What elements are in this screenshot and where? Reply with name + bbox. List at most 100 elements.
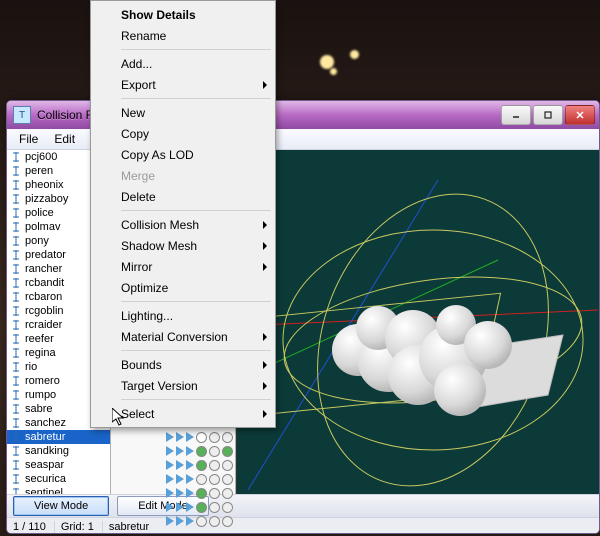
model-icon <box>11 180 21 190</box>
model-icon <box>11 418 21 428</box>
list-item-label: rcraider <box>25 319 62 331</box>
menu-item-shadow-mesh[interactable]: Shadow Mesh <box>93 235 273 256</box>
list-item-label: sabretur <box>25 431 65 443</box>
list-item-label: sanchez <box>25 417 66 429</box>
menu-item-mirror[interactable]: Mirror <box>93 256 273 277</box>
menu-item-lighting[interactable]: Lighting... <box>93 305 273 326</box>
menu-item-label: Collision Mesh <box>121 218 199 232</box>
menu-item-optimize[interactable]: Optimize <box>93 277 273 298</box>
sphere-icon <box>222 460 233 471</box>
model-icon <box>11 166 21 176</box>
menu-item-select[interactable]: Select <box>93 403 273 424</box>
triangle-icon <box>176 488 184 498</box>
list-item[interactable]: securica <box>7 472 110 486</box>
menu-item-add[interactable]: Add... <box>93 53 273 74</box>
list-item-label: securica <box>25 473 66 485</box>
context-menu[interactable]: Show DetailsRename Add... Export New CopyCop… <box>90 0 276 428</box>
list-item-label: sentinel <box>25 487 63 494</box>
menu-item-label: Lighting... <box>121 309 173 323</box>
submenu-arrow-icon <box>263 410 267 418</box>
menu-item-label: Mirror <box>121 260 152 274</box>
menu-item-bounds[interactable]: Bounds <box>93 354 273 375</box>
list-item[interactable]: sandking <box>7 444 110 458</box>
sphere-icon <box>209 432 220 443</box>
icon-row <box>166 446 233 457</box>
status-bar: 1 / 110 Grid: 1 sabretur <box>7 517 599 534</box>
triangle-icon <box>186 432 194 442</box>
icon-row <box>166 516 233 527</box>
triangle-icon <box>176 432 184 442</box>
list-item-label: pizzaboy <box>25 193 68 205</box>
sphere-icon <box>222 488 233 499</box>
menu-file[interactable]: File <box>11 130 46 148</box>
sphere-icon <box>209 488 220 499</box>
model-icon <box>11 474 21 484</box>
triangle-icon <box>176 502 184 512</box>
maximize-button[interactable] <box>533 105 563 125</box>
list-item-label: pcj600 <box>25 151 57 163</box>
viewport-canvas <box>237 150 599 494</box>
model-icon <box>11 432 21 442</box>
menu-item-copy-as-lod[interactable]: Copy As LOD <box>93 144 273 165</box>
triangle-icon <box>166 446 174 456</box>
triangle-icon <box>166 516 174 526</box>
menu-separator <box>121 350 271 351</box>
sphere-icon <box>196 516 207 527</box>
icon-row <box>166 460 233 471</box>
list-item-label: seaspar <box>25 459 64 471</box>
status-grid: Grid: 1 <box>61 521 103 533</box>
list-item[interactable]: sabretur <box>7 430 110 444</box>
menu-item-label: Add... <box>121 57 152 71</box>
menu-item-copy[interactable]: Copy <box>93 123 273 144</box>
view-mode-button[interactable]: View Mode <box>13 496 109 516</box>
menu-separator <box>121 301 271 302</box>
model-icon <box>11 376 21 386</box>
list-item[interactable]: seaspar <box>7 458 110 472</box>
menu-item-export[interactable]: Export <box>93 74 273 95</box>
model-icon <box>11 320 21 330</box>
triangle-icon <box>166 460 174 470</box>
close-button[interactable] <box>565 105 595 125</box>
list-item-label: peren <box>25 165 53 177</box>
list-item-label: romero <box>25 375 60 387</box>
list-item-label: rcbaron <box>25 291 62 303</box>
sphere-icon <box>209 474 220 485</box>
status-index: 1 / 110 <box>13 521 55 533</box>
menu-edit[interactable]: Edit <box>46 130 83 148</box>
minimize-button[interactable] <box>501 105 531 125</box>
triangle-icon <box>166 474 174 484</box>
mode-bar: View Mode Edit Mode <box>7 494 599 517</box>
model-icon <box>11 306 21 316</box>
list-item-label: pony <box>25 235 49 247</box>
menu-item-new[interactable]: New <box>93 102 273 123</box>
triangle-icon <box>186 502 194 512</box>
icon-row <box>166 432 233 443</box>
model-icon <box>11 250 21 260</box>
triangle-icon <box>186 474 194 484</box>
icon-row <box>166 488 233 499</box>
3d-viewport[interactable] <box>236 150 599 494</box>
model-icon <box>11 488 21 494</box>
menu-item-rename[interactable]: Rename <box>93 25 273 46</box>
menu-item-collision-mesh[interactable]: Collision Mesh <box>93 214 273 235</box>
menu-item-show-details[interactable]: Show Details <box>93 4 273 25</box>
list-item[interactable]: sentinel <box>7 486 110 494</box>
menu-item-label: New <box>121 106 145 120</box>
model-icon <box>11 194 21 204</box>
triangle-icon <box>176 474 184 484</box>
sphere-icon <box>222 502 233 513</box>
triangle-icon <box>176 516 184 526</box>
model-icon <box>11 264 21 274</box>
sphere-icon <box>209 502 220 513</box>
list-item-label: police <box>25 207 54 219</box>
triangle-icon <box>186 446 194 456</box>
menu-item-delete[interactable]: Delete <box>93 186 273 207</box>
menu-separator <box>121 49 271 50</box>
menu-item-target-version[interactable]: Target Version <box>93 375 273 396</box>
menu-item-label: Optimize <box>121 281 168 295</box>
menu-item-label: Shadow Mesh <box>121 239 197 253</box>
icon-row <box>166 474 233 485</box>
menu-item-material-conversion[interactable]: Material Conversion <box>93 326 273 347</box>
sphere-icon <box>209 446 220 457</box>
submenu-arrow-icon <box>263 81 267 89</box>
